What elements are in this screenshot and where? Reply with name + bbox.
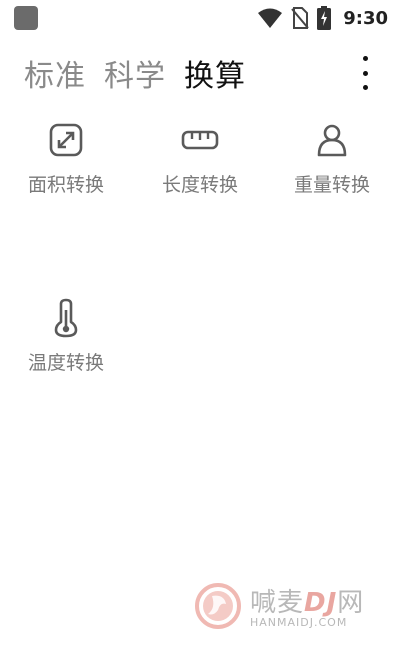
watermark: 喊麦DJ网 HANMAIDJ.COM: [194, 582, 394, 634]
weight-converter-label: 重量转换: [293, 174, 370, 196]
wifi-icon: [257, 7, 283, 29]
tab-conversion[interactable]: 换算: [184, 51, 246, 95]
thermometer-icon: [46, 298, 86, 338]
tab-standard[interactable]: 标准: [24, 51, 86, 95]
watermark-subtitle: HANMAIDJ.COM: [250, 616, 348, 629]
more-dot: [362, 85, 368, 90]
status-time: 9:30: [343, 7, 388, 29]
app-notification-icon: [14, 6, 38, 30]
temperature-converter-label: 温度转换: [27, 352, 104, 374]
ruler-icon: [180, 120, 220, 160]
battery-charging-icon: [317, 6, 332, 30]
watermark-title-dj: DJ: [304, 588, 338, 618]
tab-scientific[interactable]: 科学: [104, 51, 166, 95]
watermark-logo: [195, 583, 241, 629]
temperature-converter-button[interactable]: 温度转换: [0, 296, 132, 406]
weight-converter-button[interactable]: 重量转换: [266, 118, 398, 228]
area-icon: [46, 120, 86, 160]
mode-tabs: 标准 科学 换算: [24, 50, 246, 96]
watermark-title-suffix: 网: [337, 588, 365, 618]
length-converter-label: 长度转换: [161, 174, 238, 196]
watermark-title-prefix: 喊麦: [250, 588, 305, 618]
area-converter-label: 面积转换: [27, 174, 104, 196]
status-icons: 9:30: [257, 5, 388, 31]
more-dot: [362, 70, 368, 76]
more-vertical-icon: [362, 56, 368, 61]
no-sim-icon: [291, 7, 309, 29]
more-options-button[interactable]: [356, 56, 374, 90]
area-converter-button[interactable]: 面积转换: [0, 118, 132, 228]
watermark-title: 喊麦DJ网: [250, 582, 364, 619]
length-converter-button[interactable]: 长度转换: [134, 118, 266, 228]
weight-icon: [312, 120, 352, 160]
status-bar: 9:30: [0, 0, 400, 36]
